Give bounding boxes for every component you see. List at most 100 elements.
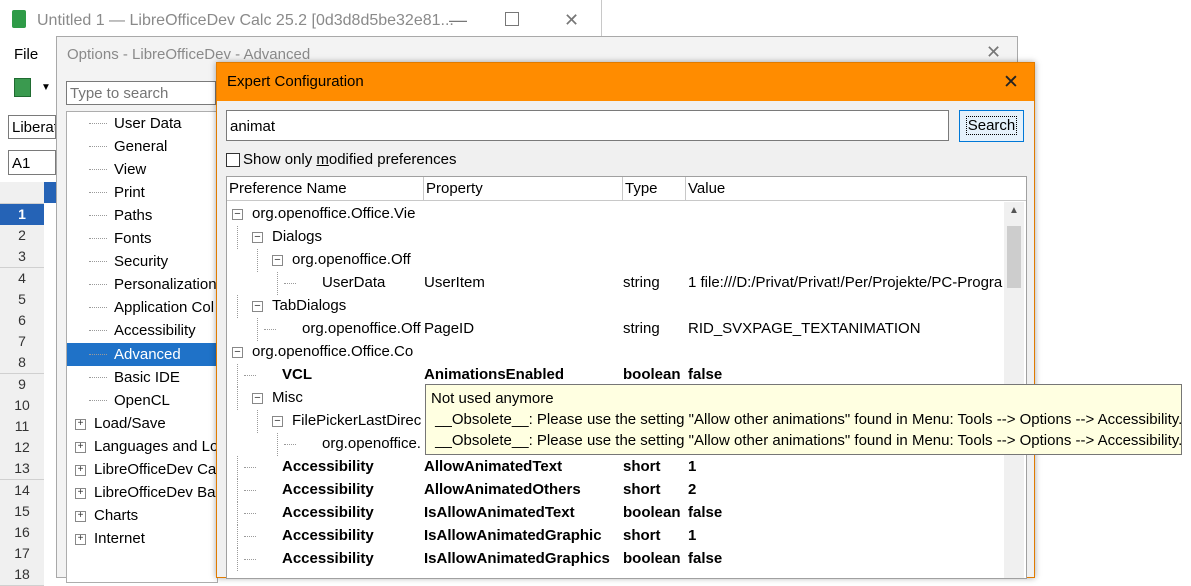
column-header-property[interactable]: Property [424, 177, 623, 201]
minimize-icon[interactable]: — [449, 10, 467, 31]
table-row[interactable]: Accessibility AllowAnimatedText short 1 [227, 456, 1007, 479]
options-tree-item[interactable]: Paths [67, 204, 217, 227]
row-header[interactable]: 7 [0, 331, 44, 354]
row-header[interactable]: 13 [0, 458, 44, 481]
expert-search-input[interactable]: animat [226, 110, 949, 141]
table-row[interactable]: Accessibility AllowAnimatedOthers short 2 [227, 479, 1007, 502]
tree-connector [89, 399, 107, 401]
preferences-table[interactable]: Preference Name Property Type Value − org… [226, 176, 1027, 579]
options-tree-item[interactable]: Fonts [67, 227, 217, 250]
row-header[interactable]: 14 [0, 479, 44, 502]
expand-icon[interactable]: + [75, 510, 86, 522]
chevron-down-icon[interactable]: ▼ [41, 82, 51, 93]
row-header[interactable]: 2 [0, 225, 44, 248]
row-header[interactable]: 16 [0, 522, 44, 544]
table-row[interactable]: − TabDialogs [227, 295, 1007, 318]
row-header[interactable]: 4 [0, 267, 44, 290]
table-row[interactable]: − Dialogs [227, 226, 1007, 249]
font-name-box[interactable]: Liberat [8, 115, 56, 139]
options-tree-item[interactable]: + LibreOfficeDev Bas [67, 481, 217, 504]
expand-icon[interactable]: + [75, 533, 86, 545]
preference-name-cell: Misc [272, 389, 303, 406]
column-header-type[interactable]: Type [623, 177, 686, 201]
collapse-icon[interactable]: − [272, 416, 283, 427]
table-row[interactable]: − org.openoffice.Off [227, 249, 1007, 272]
search-button[interactable]: Search [959, 110, 1024, 142]
close-icon[interactable]: ✕ [1003, 71, 1019, 94]
type-cell: boolean [623, 550, 681, 567]
options-tree-item[interactable]: + Load/Save [67, 412, 217, 435]
options-tree[interactable]: User Data General View Print Paths Fonts Secur… [66, 111, 218, 583]
options-tree-item[interactable]: Accessibility [67, 319, 217, 342]
value-cell: 1 [688, 458, 697, 475]
collapse-icon[interactable]: − [252, 232, 263, 243]
options-tree-item[interactable]: Personalization [67, 273, 217, 296]
row-header[interactable]: 1 [0, 204, 44, 226]
options-tree-item[interactable]: + Internet [67, 527, 217, 550]
row-header[interactable]: 15 [0, 500, 44, 523]
options-search-input[interactable] [66, 81, 216, 105]
expand-icon[interactable]: + [75, 441, 86, 453]
close-icon[interactable]: ✕ [564, 10, 579, 31]
row-header[interactable]: 8 [0, 352, 44, 375]
table-row[interactable]: − org.openoffice.Office.Co [227, 341, 1007, 364]
options-tree-item[interactable]: + Languages and Loc [67, 435, 217, 458]
modified-only-label[interactable]: Show only modified preferences [243, 151, 456, 168]
scrollbar-thumb[interactable] [1007, 226, 1021, 288]
options-tree-item[interactable]: View [67, 158, 217, 181]
property-cell: IsAllowAnimatedGraphic [424, 527, 602, 544]
options-tree-item[interactable]: Advanced [67, 342, 217, 366]
maximize-icon[interactable] [505, 12, 519, 26]
type-cell: boolean [623, 504, 681, 521]
tree-guide [237, 364, 238, 387]
row-header[interactable]: 17 [0, 543, 44, 566]
modified-only-checkbox[interactable] [226, 153, 240, 167]
options-tree-item[interactable]: User Data [67, 112, 217, 135]
expand-icon[interactable]: + [75, 418, 86, 430]
table-row[interactable]: Accessibility IsAllowAnimatedGraphics bool… [227, 548, 1007, 571]
collapse-icon[interactable]: − [272, 255, 283, 266]
close-icon[interactable]: ✕ [986, 42, 1001, 63]
row-header[interactable]: 11 [0, 416, 44, 438]
options-tree-item[interactable]: + LibreOfficeDev Cal [67, 458, 217, 481]
column-header-preference-name[interactable]: Preference Name [227, 177, 424, 201]
row-header[interactable]: 5 [0, 288, 44, 311]
row-header[interactable]: 10 [0, 394, 44, 417]
property-cell: AllowAnimatedText [424, 458, 563, 475]
table-row[interactable]: − org.openoffice.Office.Vie [227, 203, 1007, 226]
table-row[interactable]: UserData UserItem string 1 file:///D:/Priva… [227, 272, 1007, 295]
table-row[interactable]: Accessibility IsAllowAnimatedText boolean f… [227, 502, 1007, 525]
options-tree-item[interactable]: OpenCL [67, 389, 217, 412]
options-tree-item[interactable]: General [67, 135, 217, 158]
collapse-icon[interactable]: − [232, 209, 243, 220]
tree-connector [89, 192, 107, 194]
select-all-corner[interactable] [0, 182, 44, 204]
column-header-value[interactable]: Value [686, 177, 1026, 201]
collapse-icon[interactable]: − [232, 347, 243, 358]
expand-icon[interactable]: + [75, 487, 86, 499]
row-header[interactable]: 12 [0, 437, 44, 460]
collapse-icon[interactable]: − [252, 301, 263, 312]
row-header[interactable]: 3 [0, 246, 44, 269]
collapse-icon[interactable]: − [252, 393, 263, 404]
row-header[interactable]: 6 [0, 310, 44, 332]
row-header[interactable]: 9 [0, 373, 44, 396]
new-spreadsheet-icon[interactable] [14, 78, 31, 97]
menu-file[interactable]: File [14, 46, 38, 63]
type-cell: string [623, 274, 660, 291]
preference-name-cell: org.openoffice. [322, 435, 421, 452]
preference-name-cell: Accessibility [282, 550, 374, 567]
options-tree-item[interactable]: Application Col [67, 296, 217, 319]
options-tree-item[interactable]: Security [67, 250, 217, 273]
options-tree-item[interactable]: + Charts [67, 504, 217, 527]
table-row[interactable]: Accessibility IsAllowAnimatedGraphic short… [227, 525, 1007, 548]
table-row[interactable]: org.openoffice.Off PageID string RID_SVXPAG… [227, 318, 1007, 341]
name-box[interactable]: A1 [8, 150, 56, 175]
column-header-a[interactable] [44, 182, 56, 203]
options-tree-item[interactable]: Print [67, 181, 217, 204]
expand-icon[interactable]: + [75, 464, 86, 476]
row-header[interactable]: 18 [0, 564, 44, 586]
options-tree-item-label: User Data [114, 115, 182, 132]
options-tree-item[interactable]: Basic IDE [67, 366, 217, 389]
scroll-up-icon[interactable]: ▲ [1009, 205, 1019, 216]
